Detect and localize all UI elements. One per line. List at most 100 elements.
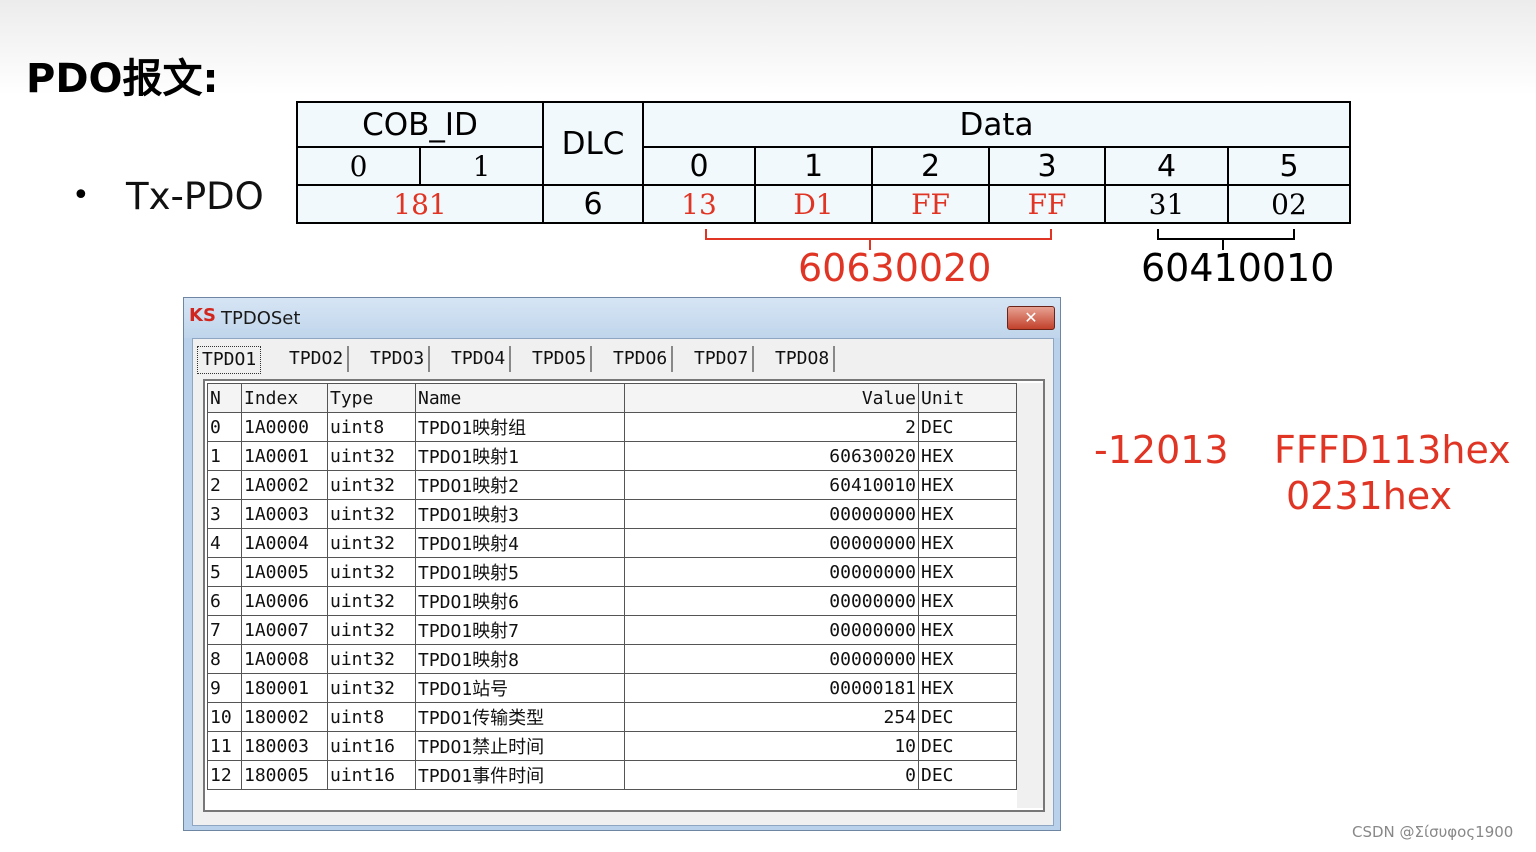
cob-sub-0: 0 <box>296 146 421 186</box>
cell-type: uint16 <box>327 731 416 761</box>
tab-tpdo6[interactable]: TPDO6 <box>609 346 674 372</box>
hex-note-2: 0231hex <box>1286 474 1452 518</box>
grid-header-row: N Index Type Name Value Unit <box>207 383 1017 413</box>
cell-n: 5 <box>207 557 242 587</box>
cell-value[interactable]: 00000000 <box>624 499 919 529</box>
cell-name: TPDO1映射组 <box>415 412 625 442</box>
cell-name: TPDO1映射8 <box>415 644 625 674</box>
table-row[interactable]: 8 1A0008 uint32 TPDO1映射8 00000000 HEX <box>207 644 1017 674</box>
cell-n: 0 <box>207 412 242 442</box>
table-row[interactable]: 7 1A0007 uint32 TPDO1映射7 00000000 HEX <box>207 615 1017 645</box>
table-row[interactable]: 6 1A0006 uint32 TPDO1映射6 00000000 HEX <box>207 586 1017 616</box>
table-row[interactable]: 4 1A0004 uint32 TPDO1映射4 00000000 HEX <box>207 528 1017 558</box>
cell-name: TPDO1映射4 <box>415 528 625 558</box>
tab-tpdo5[interactable]: TPDO5 <box>528 346 593 372</box>
black-bracket <box>1157 229 1295 240</box>
cell-value[interactable]: 00000000 <box>624 557 919 587</box>
data-value-3: FF <box>988 184 1106 224</box>
title-bar[interactable]: KS TPDOSet ✕ <box>184 298 1060 338</box>
cell-value[interactable]: 2 <box>624 412 919 442</box>
cell-type: uint32 <box>327 470 416 500</box>
tab-tpdo8[interactable]: TPDO8 <box>771 346 836 372</box>
table-row[interactable]: 11 180003 uint16 TPDO1禁止时间 10 DEC <box>207 731 1017 761</box>
cell-type: uint32 <box>327 673 416 703</box>
cell-name: TPDO1传输类型 <box>415 702 625 732</box>
column-header-unit: Unit <box>918 383 1017 413</box>
cell-value[interactable]: 00000000 <box>624 586 919 616</box>
cell-n: 12 <box>207 760 242 790</box>
black-group-label: 60410010 <box>1141 246 1335 290</box>
cell-n: 9 <box>207 673 242 703</box>
data-sub-5: 5 <box>1227 146 1351 186</box>
table-row[interactable]: 3 1A0003 uint32 TPDO1映射3 00000000 HEX <box>207 499 1017 529</box>
cell-value[interactable]: 00000181 <box>624 673 919 703</box>
cell-n: 10 <box>207 702 242 732</box>
cell-unit: HEX <box>918 441 1017 471</box>
cell-value[interactable]: 0 <box>624 760 919 790</box>
table-row[interactable]: 9 180001 uint32 TPDO1站号 00000181 HEX <box>207 673 1017 703</box>
tab-tpdo3[interactable]: TPDO3 <box>366 346 431 372</box>
tab-tpdo2[interactable]: TPDO2 <box>285 346 350 372</box>
red-group-label: 60630020 <box>798 246 992 290</box>
tpdoset-window: KS TPDOSet ✕ TPDO1 TPDO2 TPDO3 TPDO4 TPD… <box>183 297 1061 831</box>
cell-value[interactable]: 00000000 <box>624 528 919 558</box>
cell-index: 1A0001 <box>241 441 328 471</box>
data-value-0: 13 <box>642 184 756 224</box>
cell-value[interactable]: 254 <box>624 702 919 732</box>
table-row[interactable]: 10 180002 uint8 TPDO1传输类型 254 DEC <box>207 702 1017 732</box>
cell-unit: HEX <box>918 499 1017 529</box>
cell-value[interactable]: 00000000 <box>624 644 919 674</box>
table-row[interactable]: 1 1A0001 uint32 TPDO1映射1 60630020 HEX <box>207 441 1017 471</box>
window-title: TPDOSet <box>221 308 301 329</box>
table-row[interactable]: 0 1A0000 uint8 TPDO1映射组 2 DEC <box>207 412 1017 442</box>
cell-name: TPDO1映射1 <box>415 441 625 471</box>
column-header-type: Type <box>327 383 416 413</box>
table-row[interactable]: 12 180005 uint16 TPDO1事件时间 0 DEC <box>207 760 1017 790</box>
cell-value[interactable]: 60630020 <box>624 441 919 471</box>
cob-id-header: COB_ID <box>296 101 544 148</box>
tab-tpdo4[interactable]: TPDO4 <box>447 346 512 372</box>
cell-unit: HEX <box>918 470 1017 500</box>
data-value-4: 31 <box>1104 184 1229 224</box>
dlc-value: 6 <box>542 184 644 224</box>
cell-type: uint32 <box>327 586 416 616</box>
cell-n: 4 <box>207 528 242 558</box>
can-frame-table: COB_ID DLC Data 0 1 0 1 2 3 4 5 181 6 13… <box>296 101 1351 224</box>
app-logo-icon: KS <box>189 305 216 326</box>
close-icon: ✕ <box>1024 308 1038 327</box>
cell-index: 180003 <box>241 731 328 761</box>
cell-value[interactable]: 10 <box>624 731 919 761</box>
dlc-header: DLC <box>542 101 644 186</box>
grid-empty-area <box>1017 383 1043 808</box>
cell-n: 8 <box>207 644 242 674</box>
cell-index: 1A0006 <box>241 586 328 616</box>
cell-value[interactable]: 00000000 <box>624 615 919 645</box>
cell-name: TPDO1映射7 <box>415 615 625 645</box>
cell-unit: HEX <box>918 615 1017 645</box>
cell-index: 1A0005 <box>241 557 328 587</box>
cell-unit: DEC <box>918 760 1017 790</box>
data-sub-2: 2 <box>871 146 990 186</box>
column-header-value: Value <box>624 383 919 413</box>
cell-name: TPDO1禁止时间 <box>415 731 625 761</box>
cell-type: uint32 <box>327 615 416 645</box>
decimal-note: -12013 <box>1094 428 1229 472</box>
cell-unit: HEX <box>918 557 1017 587</box>
bullet-text: Tx-PDO <box>126 175 264 218</box>
watermark: CSDN @Σίσυφος1900 <box>1352 823 1514 841</box>
data-sub-1: 1 <box>754 146 873 186</box>
table-row[interactable]: 2 1A0002 uint32 TPDO1映射2 60410010 HEX <box>207 470 1017 500</box>
cell-index: 1A0004 <box>241 528 328 558</box>
tab-tpdo7[interactable]: TPDO7 <box>690 346 755 372</box>
cell-name: TPDO1映射5 <box>415 557 625 587</box>
cell-type: uint32 <box>327 499 416 529</box>
cell-type: uint32 <box>327 528 416 558</box>
close-button[interactable]: ✕ <box>1007 306 1055 330</box>
tab-tpdo1[interactable]: TPDO1 <box>197 346 262 374</box>
cell-unit: HEX <box>918 586 1017 616</box>
table-row[interactable]: 5 1A0005 uint32 TPDO1映射5 00000000 HEX <box>207 557 1017 587</box>
cell-unit: DEC <box>918 412 1017 442</box>
hex-note-1: FFFD113hex <box>1274 428 1511 472</box>
cell-name: TPDO1映射2 <box>415 470 625 500</box>
cell-value[interactable]: 60410010 <box>624 470 919 500</box>
